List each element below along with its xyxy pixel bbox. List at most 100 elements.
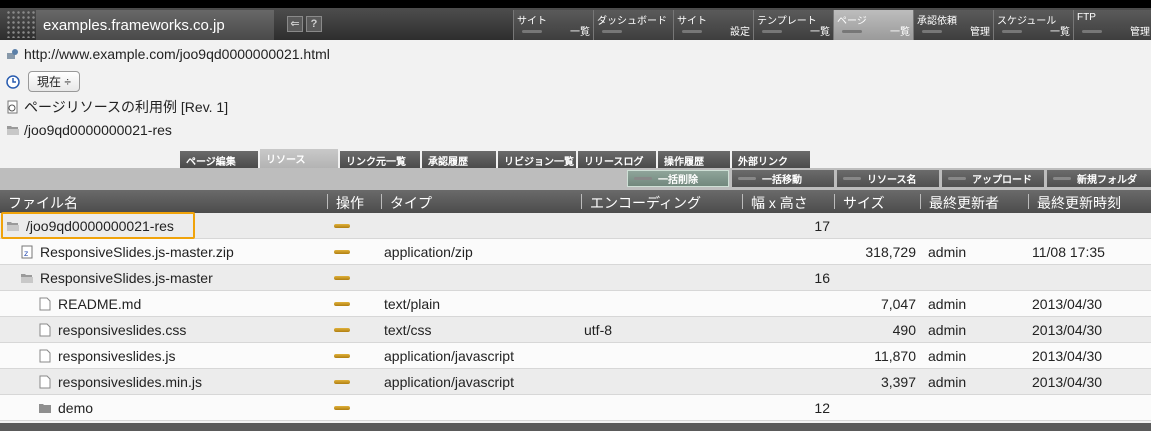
file-name[interactable]: README.md <box>58 296 141 312</box>
top-nav-bar-icon <box>922 30 942 33</box>
operation-menu-icon[interactable] <box>334 302 350 306</box>
file-name[interactable]: /joo9qd0000000021-res <box>26 218 174 234</box>
top-nav-item[interactable]: スケジュール 一覧 <box>993 10 1073 40</box>
page-tabs: ページ編集 リソース リンク元一覧 承認履歴 リビジョン一覧 リリースログ 操作履歴 外部リン… <box>180 149 812 168</box>
col-updater[interactable]: 最終更新者 <box>929 193 999 213</box>
link-icon <box>7 49 18 59</box>
file-name[interactable]: responsiveslides.css <box>58 322 186 338</box>
table-row[interactable]: responsiveslides.css text/css utf-8 490 admi… <box>0 317 1151 343</box>
top-nav-item[interactable]: FTP 管理 <box>1073 10 1151 40</box>
top-nav-label: 承認依頼 <box>917 16 957 27</box>
top-nav-label: サイト <box>517 16 547 27</box>
folder-line: /joo9qd0000000021-res <box>6 122 172 138</box>
tool-bar-icon <box>1053 177 1071 180</box>
tool-label: 一括移動 <box>762 175 802 186</box>
table-row[interactable]: demo 12 <box>0 395 1151 421</box>
page-title: ページリソースの利用例 [Rev. 1] <box>24 99 229 115</box>
tool-label: リソース名 <box>867 175 917 186</box>
tab-item[interactable]: 外部リンク <box>732 151 810 168</box>
operation-menu-icon[interactable] <box>334 354 350 358</box>
table-row[interactable]: z ResponsiveSlides.js-master.zip applicati… <box>0 239 1151 265</box>
tool-bar-icon <box>843 177 861 180</box>
top-nav-label: ダッシュボード <box>597 16 667 27</box>
back-icon[interactable]: ⇐ <box>287 16 303 32</box>
top-nav-item[interactable]: サイト 設定 <box>673 10 753 40</box>
tool-button[interactable]: 新規フォルダ <box>1047 170 1151 187</box>
tool-button[interactable]: 一括移動 <box>732 170 834 187</box>
col-name[interactable]: ファイル名 <box>8 193 78 213</box>
file-name[interactable]: ResponsiveSlides.js-master <box>40 270 213 286</box>
file-name[interactable]: ResponsiveSlides.js-master.zip <box>40 244 234 260</box>
top-nav-bar-icon <box>1082 30 1102 33</box>
col-updated[interactable]: 最終更新時刻 <box>1037 193 1121 213</box>
table-row[interactable]: responsiveslides.js application/javascrip… <box>0 343 1151 369</box>
tab-item[interactable]: リビジョン一覧 <box>498 151 576 168</box>
tool-bar-icon <box>738 177 756 180</box>
top-nav-bar-icon <box>762 30 782 33</box>
page-search-icon <box>7 100 18 114</box>
file-updated: 2013/04/30 <box>1032 322 1103 338</box>
top-nav-item[interactable]: テンプレート 一覧 <box>753 10 833 40</box>
top-nav-label: FTP <box>1077 12 1096 23</box>
top-nav-bar-icon <box>602 30 622 33</box>
top-nav-item[interactable]: サイト 一覧 <box>513 10 593 40</box>
top-bar: examples.frameworks.co.jp ⇐ ? サイト 一覧 ダッシュボ… <box>0 0 1151 40</box>
file-size: 11,870 <box>874 348 916 364</box>
operation-menu-icon[interactable] <box>334 380 350 384</box>
folder-path[interactable]: /joo9qd0000000021-res <box>24 122 172 138</box>
file-type: application/zip <box>384 244 473 260</box>
page-url[interactable]: http://www.example.com/joo9qd0000000021.… <box>24 46 330 62</box>
folder-open-icon <box>7 222 19 231</box>
top-nav-item[interactable]: 承認依頼管理 <box>913 10 993 40</box>
site-name[interactable]: examples.frameworks.co.jp <box>36 10 274 40</box>
tool-label: 新規フォルダ <box>1077 175 1137 186</box>
zip-file-icon: z <box>21 245 33 259</box>
file-name[interactable]: responsiveslides.min.js <box>58 374 202 390</box>
resource-table: /joo9qd0000000021-res 17 z ResponsiveSlides… <box>0 212 1151 421</box>
table-row[interactable]: README.md text/plain 7,047 admin 2013/04/30 <box>0 291 1151 317</box>
tab-item[interactable]: リソース <box>260 149 338 168</box>
table-row[interactable]: /joo9qd0000000021-res 17 <box>0 212 1151 239</box>
tool-button[interactable]: 一括削除 <box>627 170 729 187</box>
col-type[interactable]: タイプ <box>390 193 432 213</box>
file-dims: 12 <box>814 400 830 416</box>
operation-menu-icon[interactable] <box>334 250 350 254</box>
file-updater: admin <box>928 322 967 338</box>
tool-button[interactable]: アップロード <box>942 170 1044 187</box>
tab-item[interactable]: ページ編集 <box>180 151 258 168</box>
tab-item[interactable]: 操作履歴 <box>658 151 730 168</box>
operation-menu-icon[interactable] <box>334 276 350 280</box>
help-icon[interactable]: ? <box>306 16 322 32</box>
file-icon <box>39 375 51 389</box>
top-nav-sublabel: 管理 <box>1130 27 1150 38</box>
tab-item[interactable]: 承認履歴 <box>422 151 496 168</box>
top-nav-sublabel: 管理 <box>970 27 990 38</box>
col-dims[interactable]: 幅 x 高さ <box>751 193 808 213</box>
top-nav-label: ページ <box>837 16 867 27</box>
table-header: ファイル名 操作 タイプ エンコーディング 幅 x 高さ サイズ 最終更新者 最… <box>0 190 1151 213</box>
operation-menu-icon[interactable] <box>334 224 350 228</box>
operation-menu-icon[interactable] <box>334 406 350 410</box>
file-name[interactable]: responsiveslides.js <box>58 348 176 364</box>
file-name[interactable]: demo <box>58 400 93 416</box>
file-updated: 2013/04/30 <box>1032 348 1103 364</box>
tool-bar-icon <box>634 177 652 180</box>
col-size[interactable]: サイズ <box>843 193 885 213</box>
top-nav-item[interactable]: ページ一覧 <box>833 10 913 40</box>
top-nav-item[interactable]: ダッシュボード <box>593 10 673 40</box>
tab-item[interactable]: リリースログ <box>578 151 656 168</box>
logo-icon[interactable] <box>6 10 36 38</box>
version-line: 現在 ÷ <box>6 71 80 92</box>
col-op: 操作 <box>336 195 364 211</box>
table-row[interactable]: responsiveslides.min.js application/javas… <box>0 369 1151 395</box>
version-select[interactable]: 現在 ÷ <box>28 71 80 92</box>
table-row[interactable]: ResponsiveSlides.js-master 16 <box>0 265 1151 291</box>
top-nav-sublabel: 一覧 <box>890 27 910 38</box>
file-size: 3,397 <box>880 374 916 390</box>
tab-item[interactable]: リンク元一覧 <box>340 151 420 168</box>
top-nav-sublabel: 一覧 <box>1050 27 1070 38</box>
col-encoding[interactable]: エンコーディング <box>590 193 701 213</box>
tool-bar-icon <box>948 177 966 180</box>
operation-menu-icon[interactable] <box>334 328 350 332</box>
tool-button[interactable]: リソース名 <box>837 170 939 187</box>
